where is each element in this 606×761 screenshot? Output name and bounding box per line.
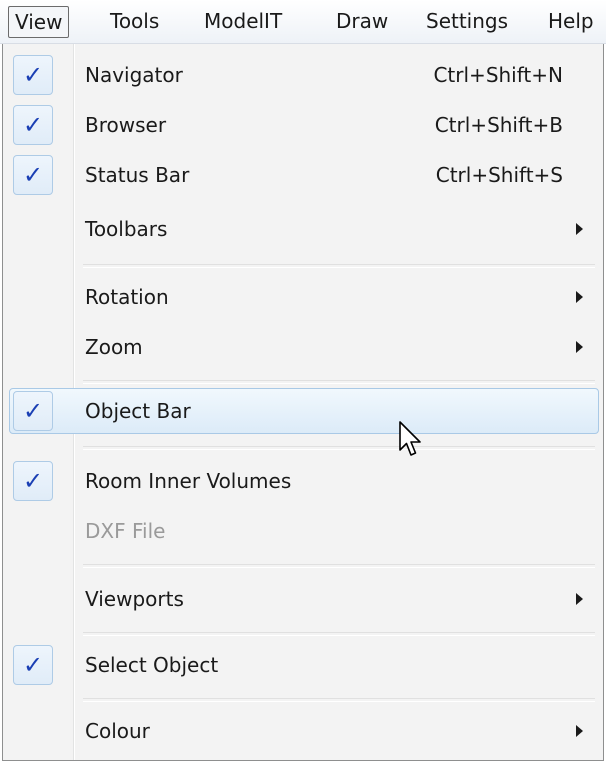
shortcut-label: Ctrl+Shift+S xyxy=(435,163,563,187)
menu-item-label: Object Bar xyxy=(85,399,191,423)
menu-separator xyxy=(83,264,595,268)
menu-item-zoom[interactable]: Zoom xyxy=(3,322,603,372)
submenu-arrow-icon xyxy=(576,593,583,605)
menu-view[interactable]: View xyxy=(8,6,70,38)
menu-item-label: Rotation xyxy=(85,285,169,309)
menu-item-label: Status Bar xyxy=(85,163,190,187)
menu-item-label: Navigator xyxy=(85,63,183,87)
shortcut-label: Ctrl+Shift+B xyxy=(434,113,563,137)
checkmark-icon: ✓ xyxy=(13,105,53,145)
menu-item-room-inner-volumes[interactable]: ✓ Room Inner Volumes xyxy=(3,456,603,506)
shortcut-label: Ctrl+Shift+N xyxy=(433,63,563,87)
menu-item-toolbars[interactable]: Toolbars xyxy=(3,204,603,254)
menu-tools[interactable]: Tools xyxy=(110,6,159,36)
menu-item-viewports[interactable]: Viewports xyxy=(3,574,603,624)
submenu-arrow-icon xyxy=(576,291,583,303)
menu-modelit[interactable]: ModelIT xyxy=(204,6,282,36)
menu-item-rotation[interactable]: Rotation xyxy=(3,272,603,322)
menu-item-navigator[interactable]: ✓ Navigator Ctrl+Shift+N xyxy=(3,50,603,100)
menu-separator xyxy=(83,380,595,384)
menu-item-browser[interactable]: ✓ Browser Ctrl+Shift+B xyxy=(3,100,603,150)
menu-item-label: Toolbars xyxy=(85,217,168,241)
menu-item-label: Colour xyxy=(85,719,150,743)
submenu-arrow-icon xyxy=(576,223,583,235)
checkmark-icon: ✓ xyxy=(13,155,53,195)
checkmark-icon: ✓ xyxy=(13,461,53,501)
menu-draw[interactable]: Draw xyxy=(336,6,388,36)
menu-item-select-object[interactable]: ✓ Select Object xyxy=(3,640,603,690)
checkmark-icon: ✓ xyxy=(13,391,53,431)
menu-separator xyxy=(83,446,595,450)
menu-item-label: Browser xyxy=(85,113,167,137)
menu-item-label: Select Object xyxy=(85,653,219,677)
menu-item-label: Room Inner Volumes xyxy=(85,469,292,493)
menu-settings[interactable]: Settings xyxy=(426,6,508,36)
menu-item-label: DXF File xyxy=(85,519,166,543)
submenu-arrow-icon xyxy=(576,725,583,737)
view-dropdown-menu: ✓ Navigator Ctrl+Shift+N ✓ Browser Ctrl+… xyxy=(2,44,604,761)
submenu-arrow-icon xyxy=(576,341,583,353)
menu-bar: View Tools ModelIT Draw Settings Help xyxy=(0,0,606,44)
menu-item-status-bar[interactable]: ✓ Status Bar Ctrl+Shift+S xyxy=(3,150,603,200)
menu-separator xyxy=(83,632,595,636)
checkmark-icon: ✓ xyxy=(13,55,53,95)
menu-item-colour[interactable]: Colour xyxy=(3,706,603,756)
mouse-pointer-icon xyxy=(399,421,421,456)
menu-help[interactable]: Help xyxy=(548,6,594,36)
menu-item-dxf-file: DXF File xyxy=(3,506,603,556)
menu-item-object-bar[interactable]: ✓ Object Bar xyxy=(3,386,603,436)
checkmark-icon: ✓ xyxy=(13,645,53,685)
menu-separator xyxy=(83,564,595,568)
menu-separator xyxy=(83,698,595,702)
menu-item-label: Zoom xyxy=(85,335,143,359)
menu-item-label: Viewports xyxy=(85,587,184,611)
